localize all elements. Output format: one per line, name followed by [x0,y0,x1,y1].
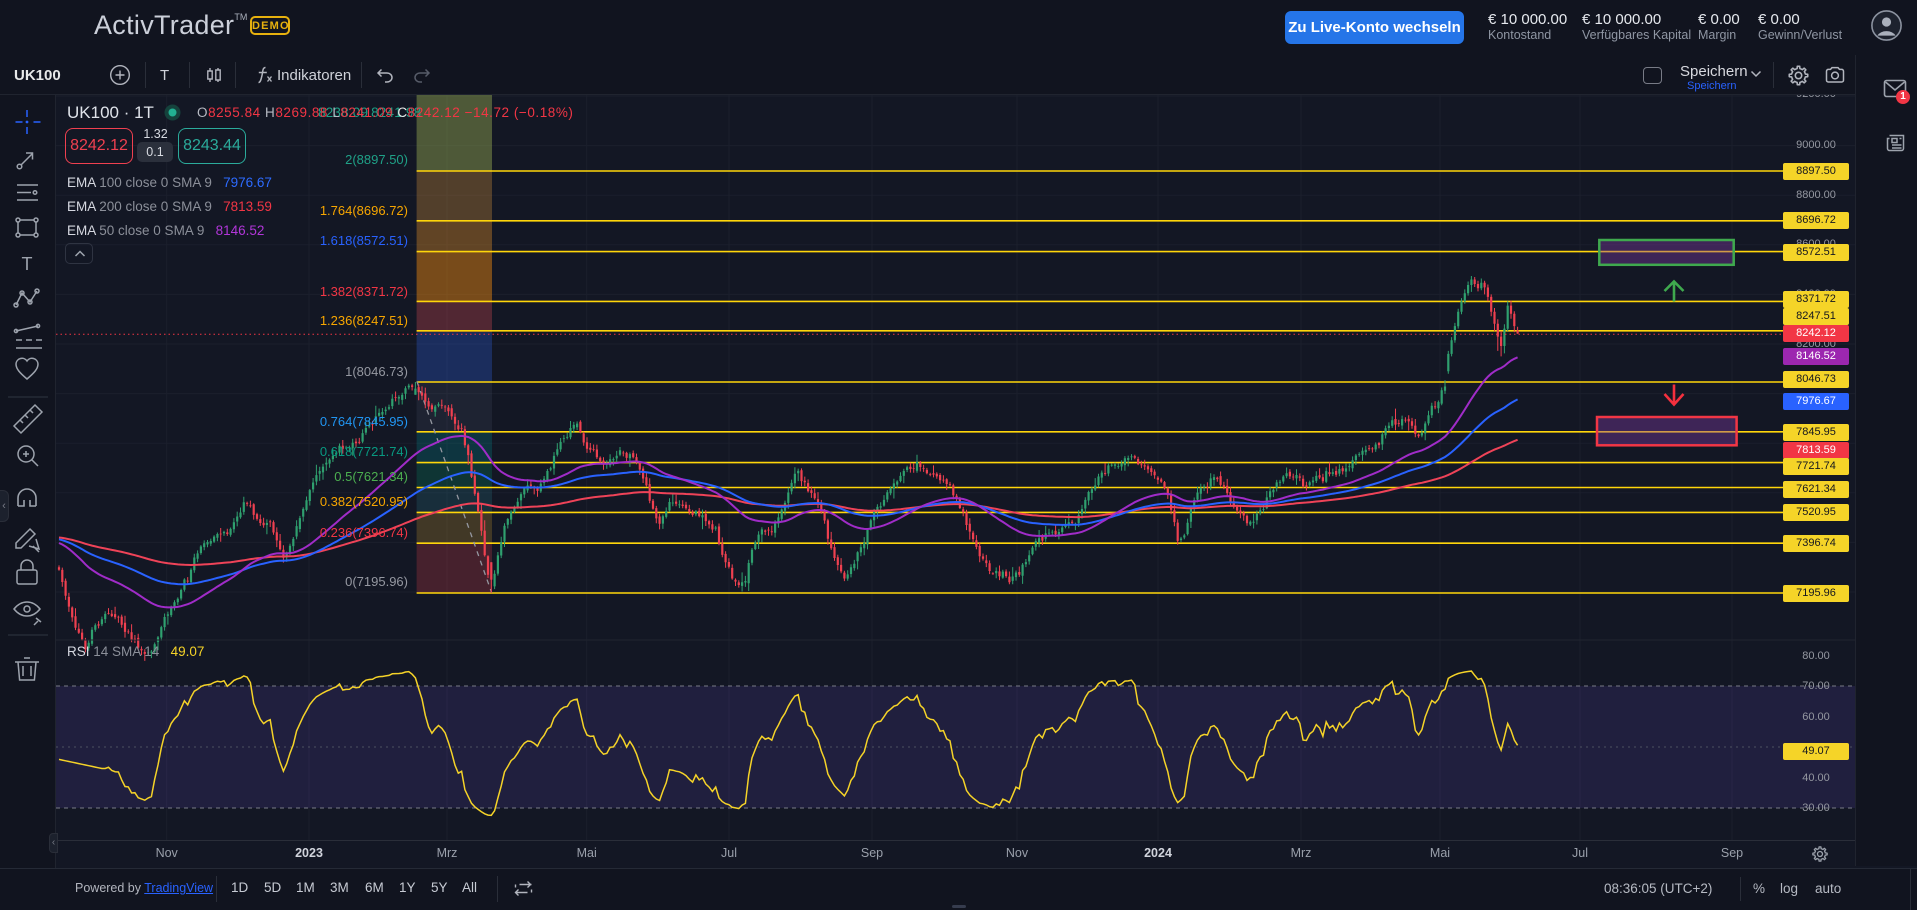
svg-text:T: T [22,254,33,274]
